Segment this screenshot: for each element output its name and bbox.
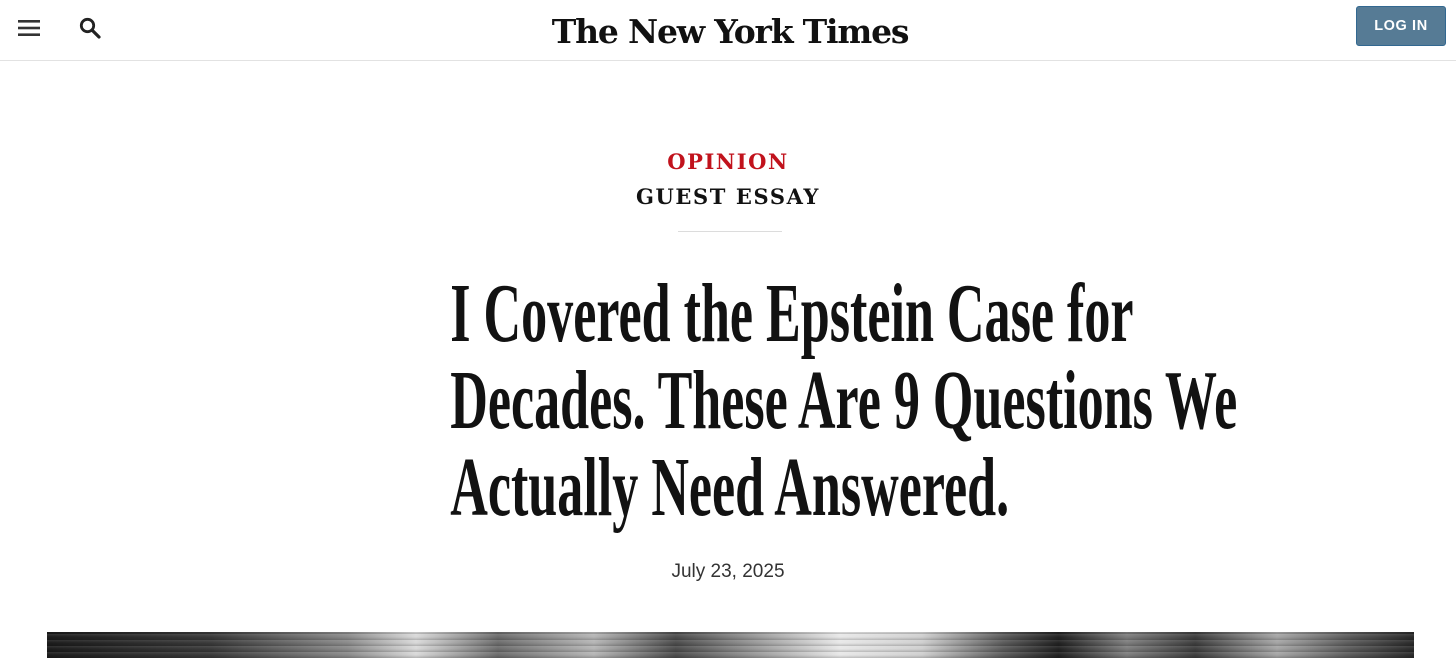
headline-line: Actually Need Answered. [450,441,1010,534]
menu-button[interactable] [10,12,48,48]
article-headline: I Covered the Epstein Case for Decades. … [450,267,1238,534]
hero-photo [47,632,1414,658]
search-button[interactable] [71,12,109,48]
nyt-logo[interactable]: The New York Times [552,8,910,54]
search-icon [79,17,101,44]
headline-line: Decades. These Are 9 Questions We [450,354,1238,447]
section-label-opinion[interactable]: OPINION [0,147,1456,177]
hamburger-menu-icon [18,19,40,41]
top-navigation-bar: The New York Times LOG IN [0,0,1456,61]
login-button[interactable]: LOG IN [1356,6,1446,46]
kicker-divider [678,231,782,232]
publication-date: July 23, 2025 [671,561,785,582]
headline-line: I Covered the Epstein Case for [450,267,1134,360]
article-type-label: GUEST ESSAY [635,184,821,209]
